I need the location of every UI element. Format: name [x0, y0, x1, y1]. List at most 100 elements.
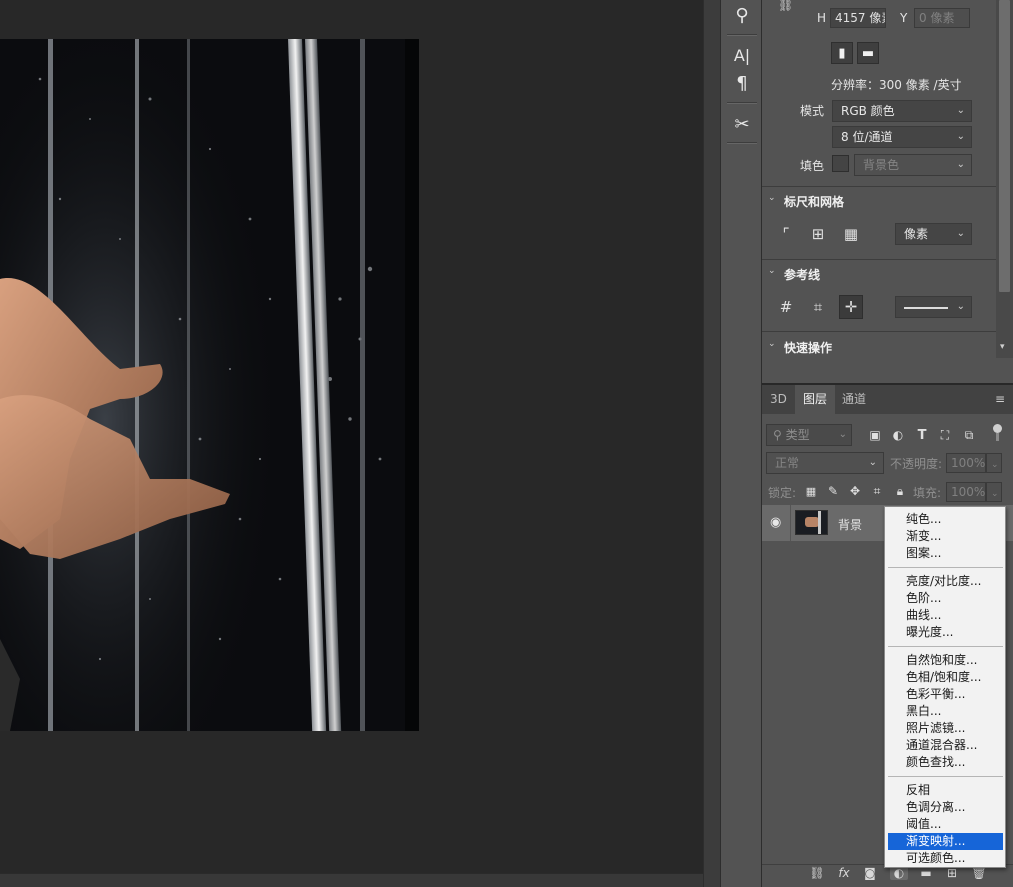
lock-image-icon[interactable]: ✎ [822, 480, 844, 502]
fill-dropdown[interactable]: 背景色 ⌄ [854, 154, 972, 176]
menu-item[interactable]: 亮度/对比度... [888, 573, 1003, 590]
menu-separator [888, 776, 1003, 777]
fill-opacity-label: 填充: [913, 486, 942, 500]
fill-opacity-arrow[interactable]: ⌄ [986, 482, 1002, 502]
document-image[interactable] [0, 39, 419, 731]
paragraph-icon[interactable]: ¶ [728, 70, 756, 96]
grid-icon[interactable]: ⊞ [807, 223, 829, 245]
tab-layers[interactable]: 图层 [795, 385, 836, 414]
transparency-grid-icon[interactable]: ▦ [840, 223, 862, 245]
vertical-scrollbar[interactable] [703, 0, 720, 887]
filter-toggle-icon[interactable] [992, 424, 1002, 442]
shape-filter-icon[interactable]: ⛶ [934, 424, 956, 446]
menu-item[interactable]: 可选颜色... [888, 850, 1003, 867]
link-layers-icon[interactable]: ⛓ [808, 866, 826, 880]
menu-item[interactable]: 通道混合器... [888, 737, 1003, 754]
properties-scroll-thumb[interactable] [999, 0, 1010, 292]
stamp-icon[interactable]: ⚲ [728, 2, 756, 28]
smart-guides-icon[interactable]: ✛ [839, 295, 863, 319]
link-icon[interactable]: ⛓ [778, 0, 793, 12]
tab-3d[interactable]: 3D [762, 385, 795, 414]
menu-item[interactable]: 色调分离... [888, 799, 1003, 816]
horizontal-scrollbar[interactable] [0, 873, 703, 887]
resolution-text: 分辨率：300 像素 /英寸 [831, 78, 962, 92]
menu-item[interactable]: 自然饱和度... [888, 652, 1003, 669]
pixel-filter-icon[interactable]: ▣ [864, 424, 886, 446]
section-divider [762, 186, 996, 187]
lock-transparent-icon[interactable]: ▦ [800, 480, 822, 502]
menu-separator [888, 646, 1003, 647]
fill-opacity-field[interactable]: 100% [946, 482, 986, 502]
lock-position-icon[interactable]: ✥ [844, 480, 866, 502]
layer-style-fx-icon[interactable]: fx [835, 866, 853, 880]
opacity-field[interactable]: 100% [946, 453, 986, 473]
menu-item[interactable]: 色相/饱和度... [888, 669, 1003, 686]
collapse-chevron-icon[interactable]: ⌄ [768, 339, 776, 349]
guide-style-dropdown[interactable]: ⌄ [895, 296, 972, 318]
menu-item[interactable]: 反相 [888, 782, 1003, 799]
height-label: H [817, 11, 827, 25]
delete-layer-icon[interactable]: 🗑︎ [970, 866, 988, 880]
collapse-chevron-icon[interactable]: ⌄ [768, 193, 776, 203]
menu-item[interactable]: 阈值... [888, 816, 1003, 833]
layer-filter-dropdown[interactable]: ⚲ 类型 ⌄ [766, 424, 852, 446]
lock-artboard-icon[interactable]: ⌗ [866, 480, 888, 502]
ruler-icon[interactable]: ⌜ [775, 223, 797, 245]
menu-item[interactable]: 颜色查找... [888, 754, 1003, 771]
height-field[interactable]: 4157 像素 [830, 8, 886, 28]
adjustment-layer-menu: 纯色... 渐变... 图案... 亮度/对比度... 色阶... 曲线... 曝光度...… [884, 506, 1006, 868]
menu-item[interactable]: 曝光度... [888, 624, 1003, 641]
properties-panel [762, 0, 1013, 383]
menu-item[interactable]: 渐变... [888, 528, 1003, 545]
section-divider [762, 331, 996, 332]
blend-mode-dropdown[interactable]: 正常 ⌄ [766, 452, 884, 474]
menu-item[interactable]: 黑白... [888, 703, 1003, 720]
fill-label: 填色 [800, 159, 825, 173]
portrait-orientation-icon[interactable]: ▮ [831, 42, 853, 64]
y-field[interactable]: 0 像素 [914, 8, 970, 28]
quick-actions-title: 快速操作 [784, 341, 833, 355]
type-filter-icon[interactable]: T [911, 424, 933, 446]
lock-all-icon[interactable]: 🔒︎ [889, 480, 911, 502]
lock-guides-icon[interactable]: ⌗ [807, 296, 829, 318]
visibility-eye-icon[interactable]: ◉ [770, 515, 781, 530]
tool-presets-icon[interactable]: ✂ [728, 111, 756, 137]
section-divider [762, 259, 996, 260]
character-icon[interactable]: A| [728, 42, 756, 68]
photo-artwork [0, 39, 419, 731]
adjustment-filter-icon[interactable]: ◐ [887, 424, 909, 446]
opacity-label: 不透明度: [890, 457, 943, 471]
mode-label: 模式 [800, 104, 825, 118]
rulers-grid-title: 标尺和网格 [784, 195, 845, 209]
landscape-orientation-icon[interactable]: ▬ [857, 42, 879, 64]
menu-separator [888, 567, 1003, 568]
collapse-chevron-icon[interactable]: ⌄ [768, 266, 776, 276]
panel-icon-strip: ⚲ A| ¶ ✂ [720, 0, 762, 887]
menu-item[interactable]: 曲线... [888, 607, 1003, 624]
menu-item[interactable]: 照片滤镜... [888, 720, 1003, 737]
menu-item[interactable]: 色彩平衡... [888, 686, 1003, 703]
ruler-unit-dropdown[interactable]: 像素 ⌄ [895, 223, 972, 245]
layer-name[interactable]: 背景 [838, 516, 862, 533]
lock-label: 锁定: [768, 486, 797, 500]
add-mask-icon[interactable]: ◙ [861, 866, 879, 880]
bit-depth-dropdown[interactable]: 8 位/通道 ⌄ [832, 126, 972, 148]
y-label: Y [900, 11, 908, 25]
guides-title: 参考线 [784, 268, 821, 282]
panel-menu-icon[interactable]: ≡ [995, 392, 1005, 406]
scroll-down-arrow[interactable]: ▾ [1000, 342, 1005, 352]
adjustment-layer-icon[interactable]: ◐ [890, 866, 908, 880]
smart-object-filter-icon[interactable]: ⧉ [958, 424, 980, 446]
menu-item[interactable]: 图案... [888, 545, 1003, 562]
mode-dropdown[interactable]: RGB 颜色 ⌄ [832, 100, 972, 122]
new-group-icon[interactable]: ▬ [917, 866, 935, 880]
menu-item[interactable]: 色阶... [888, 590, 1003, 607]
tab-channels[interactable]: 通道 [834, 385, 874, 414]
guides-icon[interactable]: # [775, 296, 797, 318]
new-layer-icon[interactable]: ⊞ [943, 866, 961, 880]
layer-thumbnail [795, 510, 828, 535]
menu-item[interactable]: 渐变映射... [888, 833, 1003, 850]
menu-item[interactable]: 纯色... [888, 511, 1003, 528]
fill-color-swatch[interactable] [832, 155, 849, 172]
opacity-arrow[interactable]: ⌄ [986, 453, 1002, 473]
